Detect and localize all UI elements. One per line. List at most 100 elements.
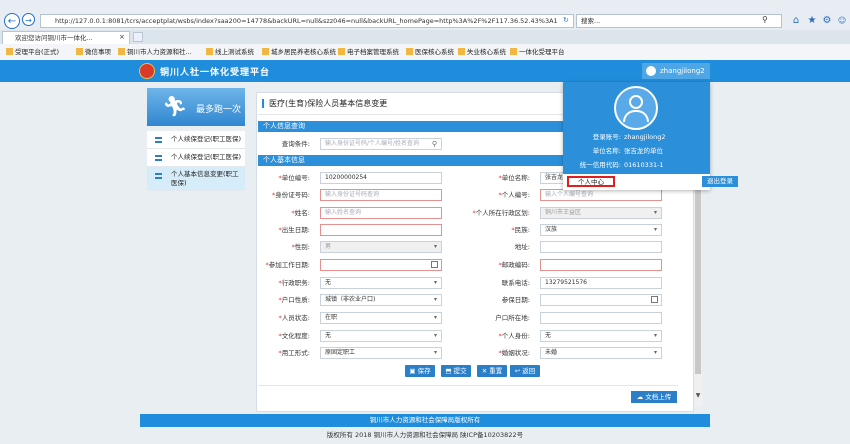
postcode-field[interactable] — [540, 259, 662, 271]
submit-icon: ⬒ — [445, 367, 454, 375]
marital-select[interactable]: 未婚 ▾ — [540, 347, 662, 359]
browser-search-input[interactable]: 搜索... — [576, 14, 782, 28]
divider — [258, 385, 678, 386]
unit-name-label: *单位名称: — [498, 174, 530, 182]
runner-icon: 🏃︎ — [162, 94, 188, 118]
gender-label: *性别: — [291, 243, 310, 251]
chevron-down-icon: ▾ — [653, 226, 657, 233]
save-icon: ▣ — [409, 367, 418, 375]
chevron-down-icon: ▾ — [433, 332, 437, 339]
insure-date-label: 参保日期: — [501, 296, 530, 304]
upload-button[interactable]: ☁ 文档上传 — [631, 391, 677, 403]
banner-text: 最多跑一次 — [196, 105, 242, 115]
search-icon[interactable]: ⚲ — [762, 15, 768, 24]
unit-code-label: *单位编号: — [278, 174, 310, 182]
fav-item[interactable]: 受理平台(正式) — [6, 47, 59, 58]
close-tab-icon[interactable]: × — [119, 33, 125, 41]
fav-item[interactable]: 失业核心系统 — [458, 47, 506, 58]
chevron-down-icon[interactable]: ▼ — [694, 392, 702, 400]
browser-tab[interactable]: 欢迎您访问铜川市一体化... — [2, 31, 130, 44]
query-input[interactable]: 输入身份证号码/个人编号/姓名查询 ⚲ — [320, 138, 442, 150]
back-button[interactable]: ↩ 返回 — [510, 365, 540, 377]
name-label: *姓名: — [291, 209, 310, 217]
page-title: 医疗(生育)保险人员基本信息变更 — [262, 99, 387, 108]
list-icon — [155, 155, 162, 161]
edu-label: *文化程度: — [278, 332, 310, 340]
fav-item[interactable]: 铜川市人力资源和社... — [118, 47, 192, 58]
reset-button[interactable]: ✕ 重置 — [477, 365, 507, 377]
admin-post-label: *行政职务: — [278, 279, 310, 287]
name-field[interactable]: 输入姓名查询 — [320, 207, 442, 219]
submit-button[interactable]: ⬒ 提交 — [441, 365, 471, 377]
fav-item[interactable]: 城乡居民养老核心系统 — [262, 47, 336, 58]
identity-select[interactable]: 无 ▾ — [540, 330, 662, 342]
employ-select[interactable]: 原固定职工 ▾ — [320, 347, 442, 359]
gear-icon[interactable]: ⚙ — [821, 15, 833, 27]
gender-select[interactable]: 男 ▾ — [320, 241, 442, 253]
footer-icp: 版权所有 2018 铜川市人力资源和社会保障局 陕ICP备10203822号 — [326, 431, 524, 439]
phone-field[interactable]: 13279521576 — [540, 277, 662, 289]
list-icon — [155, 173, 162, 179]
forward-arrow-icon[interactable]: → — [22, 13, 35, 26]
save-button[interactable]: ▣ 保存 — [405, 365, 435, 377]
address-label: 地址: — [514, 243, 530, 251]
chevron-down-icon: ▾ — [433, 314, 437, 321]
insure-date-field[interactable] — [540, 294, 662, 306]
fav-item[interactable]: 电子档案管理系统 — [338, 47, 399, 58]
smiley-icon[interactable]: ☺ — [836, 15, 848, 27]
id-field[interactable]: 输入身份证号码查询 — [320, 189, 442, 201]
birth-field[interactable] — [320, 224, 442, 236]
district-label: *个人所在行政区划: — [472, 209, 530, 217]
ethnic-select[interactable]: 汉族 ▾ — [540, 224, 662, 236]
status-select[interactable]: 在职 ▾ — [320, 312, 442, 324]
district-select[interactable]: 铜川市王益区 ▾ — [540, 207, 662, 219]
hukou-select[interactable]: 城镇（非农业户口) ▾ — [320, 294, 442, 306]
chevron-down-icon: ▾ — [433, 243, 437, 250]
logout-button[interactable]: 退出登录 — [702, 176, 738, 187]
scrollbar-thumb[interactable] — [695, 174, 701, 374]
sidebar-item[interactable]: 个人续保登记(职工医保) — [147, 149, 245, 167]
list-icon — [155, 137, 162, 143]
username-label: zhangjilong2 — [660, 67, 705, 75]
person-no-label: *个人编号: — [498, 191, 530, 199]
admin-post-select[interactable]: 无 ▾ — [320, 277, 442, 289]
fav-item[interactable]: 医保核心系统 — [406, 47, 454, 58]
refresh-icon[interactable]: ↻ — [563, 16, 569, 24]
sidebar-item-active[interactable]: 个人基本信息变更(职工医保) — [147, 167, 245, 191]
sidebar-item[interactable]: 个人续保登记(职工医保) — [147, 131, 245, 149]
id-label: *身份证号码: — [272, 191, 310, 199]
fav-item[interactable]: 一体化受理平台 — [510, 47, 565, 58]
hukou-place-label: 户口所在地: — [495, 314, 530, 322]
unit-code-field[interactable]: 10200000254 — [320, 172, 442, 184]
marital-label: *婚姻状况: — [498, 349, 530, 357]
footer-copyright: 铜川市人力资源和社会保障局版权所有 — [140, 414, 710, 427]
chevron-down-icon: ▾ — [653, 332, 657, 339]
cloud-upload-icon: ☁ — [636, 393, 646, 401]
credit-label: 统一信用代码: — [579, 161, 621, 169]
app-header — [0, 60, 850, 82]
unit-label: 单位名称: — [592, 147, 621, 155]
work-date-label: *参加工作日期: — [265, 261, 310, 269]
back-arrow-icon[interactable]: ← — [4, 13, 20, 29]
work-date-field[interactable] — [320, 259, 442, 271]
phone-label: 联系电话: — [501, 279, 530, 287]
address-field[interactable] — [540, 241, 662, 253]
person-no-field[interactable]: 输入个人编号查询 — [540, 189, 662, 201]
emblem-logo — [139, 63, 155, 79]
star-icon[interactable]: ★ — [806, 15, 818, 27]
address-bar[interactable]: http://127.0.0.1:8081/tcrs/acceptplat/ws… — [40, 14, 574, 28]
chevron-down-icon: ▾ — [433, 279, 437, 286]
user-menu-button[interactable]: zhangjilong2 — [642, 63, 710, 79]
edu-select[interactable]: 无 ▾ — [320, 330, 442, 342]
tab-title: 欢迎您访问铜川市一体化... — [15, 34, 93, 42]
home-icon[interactable]: ⌂ — [790, 15, 802, 27]
calendar-icon — [431, 261, 438, 268]
fav-item[interactable]: 线上测试系统 — [206, 47, 254, 58]
account-label: 登录账号: — [592, 133, 621, 141]
ethnic-label: *民族: — [511, 226, 530, 234]
hukou-place-field[interactable] — [540, 312, 662, 324]
search-icon: ⚲ — [431, 140, 437, 148]
fav-item[interactable]: 微信事项 — [76, 47, 111, 58]
personal-center-button[interactable]: 个人中心 — [567, 176, 615, 187]
new-tab-button[interactable] — [133, 32, 143, 42]
